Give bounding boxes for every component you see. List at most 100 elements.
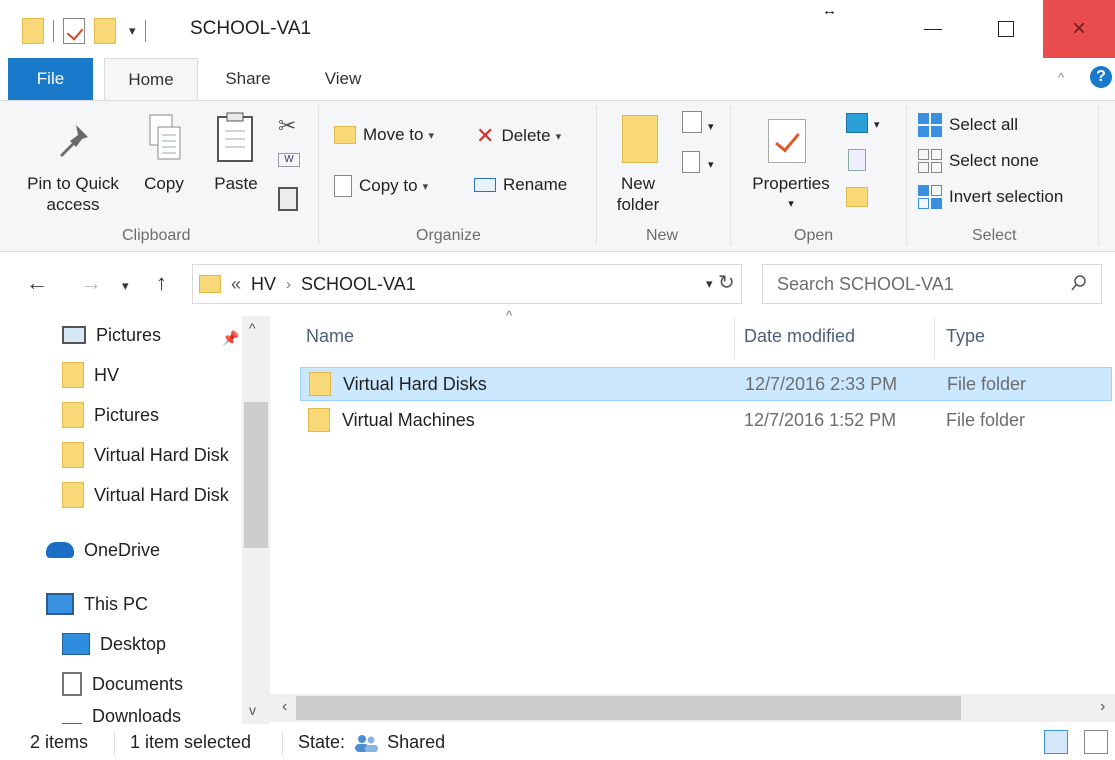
- maximize-button[interactable]: [970, 0, 1042, 58]
- move-to-button[interactable]: Move to ▾: [334, 125, 434, 145]
- folder-icon: [308, 408, 330, 432]
- nav-item-pictures[interactable]: Pictures: [62, 400, 240, 430]
- move-to-label: Move to: [363, 125, 424, 144]
- nav-item-label: OneDrive: [84, 539, 161, 560]
- file-type: File folder: [946, 409, 1026, 430]
- downloads-icon: [62, 706, 82, 724]
- folder-icon: [309, 372, 331, 396]
- help-icon[interactable]: ?: [1090, 66, 1112, 88]
- column-header-date-modified[interactable]: Date modified: [744, 326, 855, 347]
- nav-item-virtual-hard-disks-1[interactable]: Virtual Hard Disk: [62, 440, 242, 470]
- address-bar[interactable]: « HV › SCHOOL-VA1: [192, 264, 742, 304]
- details-view-icon[interactable]: [1044, 730, 1068, 754]
- breadcrumb-hv[interactable]: HV: [251, 274, 276, 295]
- scroll-right-icon[interactable]: ›: [1100, 698, 1105, 716]
- chevron-down-icon[interactable]: ▾: [874, 115, 880, 136]
- folder-icon: [62, 362, 84, 388]
- group-label-organize: Organize: [416, 227, 481, 244]
- collapse-ribbon-icon[interactable]: ^: [1058, 70, 1064, 85]
- nav-scrollbar-thumb[interactable]: [244, 402, 268, 548]
- nav-item-hv[interactable]: HV: [62, 360, 240, 390]
- column-header-name[interactable]: Name: [306, 326, 354, 347]
- chevron-down-icon[interactable]: ▾: [708, 155, 714, 176]
- up-icon[interactable]: ↑: [156, 270, 167, 296]
- divider[interactable]: [934, 318, 935, 358]
- properties-button[interactable]: Properties ▾: [744, 173, 838, 215]
- tab-share[interactable]: Share: [212, 58, 284, 100]
- paste-icon: [217, 112, 253, 162]
- scroll-down-icon[interactable]: v: [249, 702, 256, 718]
- scroll-left-icon[interactable]: ‹: [282, 698, 287, 716]
- address-dropdown-icon[interactable]: ▾: [706, 276, 713, 292]
- select-all-button[interactable]: Select all: [918, 113, 1018, 137]
- table-row[interactable]: Virtual Hard Disks 12/7/2016 2:33 PM Fil…: [300, 367, 1112, 401]
- horizontal-scrollbar-thumb[interactable]: [296, 696, 961, 720]
- cut-icon[interactable]: ✂: [278, 115, 296, 137]
- close-button[interactable]: ×: [1043, 0, 1115, 58]
- table-row[interactable]: Virtual Machines 12/7/2016 1:52 PM File …: [300, 403, 1112, 437]
- quick-access-toolbar: ▾: [22, 18, 146, 44]
- new-folder-button[interactable]: New folder: [606, 173, 670, 215]
- copy-button[interactable]: Copy: [140, 173, 188, 194]
- sort-ascending-icon: ^: [506, 308, 513, 323]
- edit-icon[interactable]: [848, 149, 866, 171]
- pin-label-line1: Pin to Quick: [27, 174, 119, 193]
- tab-view[interactable]: View: [308, 58, 378, 100]
- back-icon[interactable]: ←: [26, 270, 48, 296]
- recent-locations-icon[interactable]: ▾: [122, 278, 129, 294]
- rename-button[interactable]: Rename: [474, 175, 567, 195]
- select-all-icon: [918, 113, 942, 137]
- nav-item-onedrive[interactable]: OneDrive: [46, 535, 236, 565]
- pin-to-quick-access-button[interactable]: Pin to Quick access: [18, 173, 128, 215]
- scroll-up-icon[interactable]: ^: [249, 320, 256, 336]
- nav-item-downloads[interactable]: Downloads: [62, 706, 240, 724]
- invert-selection-button[interactable]: Invert selection: [918, 185, 1063, 209]
- breadcrumb-school-va1[interactable]: SCHOOL-VA1: [301, 274, 416, 295]
- chevron-right-icon[interactable]: ›: [286, 276, 291, 293]
- large-icons-view-icon[interactable]: [1084, 730, 1108, 754]
- copy-path-icon[interactable]: W: [278, 153, 300, 167]
- window-title: SCHOOL-VA1: [190, 18, 312, 39]
- divider: [730, 105, 731, 245]
- open-icon[interactable]: [846, 113, 868, 133]
- properties-qat-icon[interactable]: [63, 18, 85, 44]
- select-none-button[interactable]: Select none: [918, 149, 1039, 173]
- divider: [53, 20, 54, 42]
- minimize-button[interactable]: [897, 0, 969, 58]
- paste-button[interactable]: Paste: [210, 173, 262, 194]
- divider[interactable]: [734, 318, 735, 358]
- easy-access-icon[interactable]: [682, 151, 700, 173]
- new-folder-qat-icon[interactable]: [94, 18, 116, 44]
- paste-shortcut-icon[interactable]: [278, 187, 298, 211]
- select-none-icon: [918, 149, 942, 173]
- tab-file[interactable]: File: [8, 58, 93, 100]
- divider: [1098, 105, 1099, 245]
- pin-label-line2: access: [46, 195, 100, 214]
- nav-item-desktop[interactable]: Desktop: [62, 629, 240, 659]
- folder-icon: [62, 402, 84, 428]
- selection-count: 1 item selected: [130, 732, 252, 752]
- breadcrumb-overflow[interactable]: «: [231, 274, 241, 295]
- forward-icon[interactable]: →: [80, 270, 102, 296]
- nav-item-documents[interactable]: Documents: [62, 669, 240, 699]
- group-label-open: Open: [794, 227, 834, 244]
- pinned-icon: 📌: [222, 330, 240, 346]
- new-item-icon[interactable]: [682, 111, 702, 133]
- tab-home[interactable]: Home: [104, 58, 198, 101]
- search-box[interactable]: Search SCHOOL-VA1: [762, 264, 1102, 304]
- file-type: File folder: [947, 373, 1027, 394]
- copy-to-button[interactable]: Copy to ▾: [334, 175, 428, 197]
- group-label-select: Select: [972, 227, 1017, 244]
- refresh-icon[interactable]: ↻: [718, 270, 735, 295]
- nav-item-virtual-hard-disks-2[interactable]: Virtual Hard Disk: [62, 480, 242, 510]
- nav-item-this-pc[interactable]: This PC: [46, 589, 236, 619]
- column-header-type[interactable]: Type: [946, 326, 985, 347]
- item-count: 2 items: [30, 732, 89, 752]
- nav-item-pictures-quick[interactable]: Pictures: [62, 320, 212, 350]
- history-icon[interactable]: [846, 187, 868, 207]
- chevron-down-icon[interactable]: ▾: [708, 117, 714, 138]
- nav-item-label: Downloads: [92, 706, 182, 724]
- qat-dropdown-icon[interactable]: ▾: [129, 23, 136, 39]
- delete-button[interactable]: ✕ Delete ▾: [476, 125, 561, 147]
- invert-selection-icon: [918, 185, 942, 209]
